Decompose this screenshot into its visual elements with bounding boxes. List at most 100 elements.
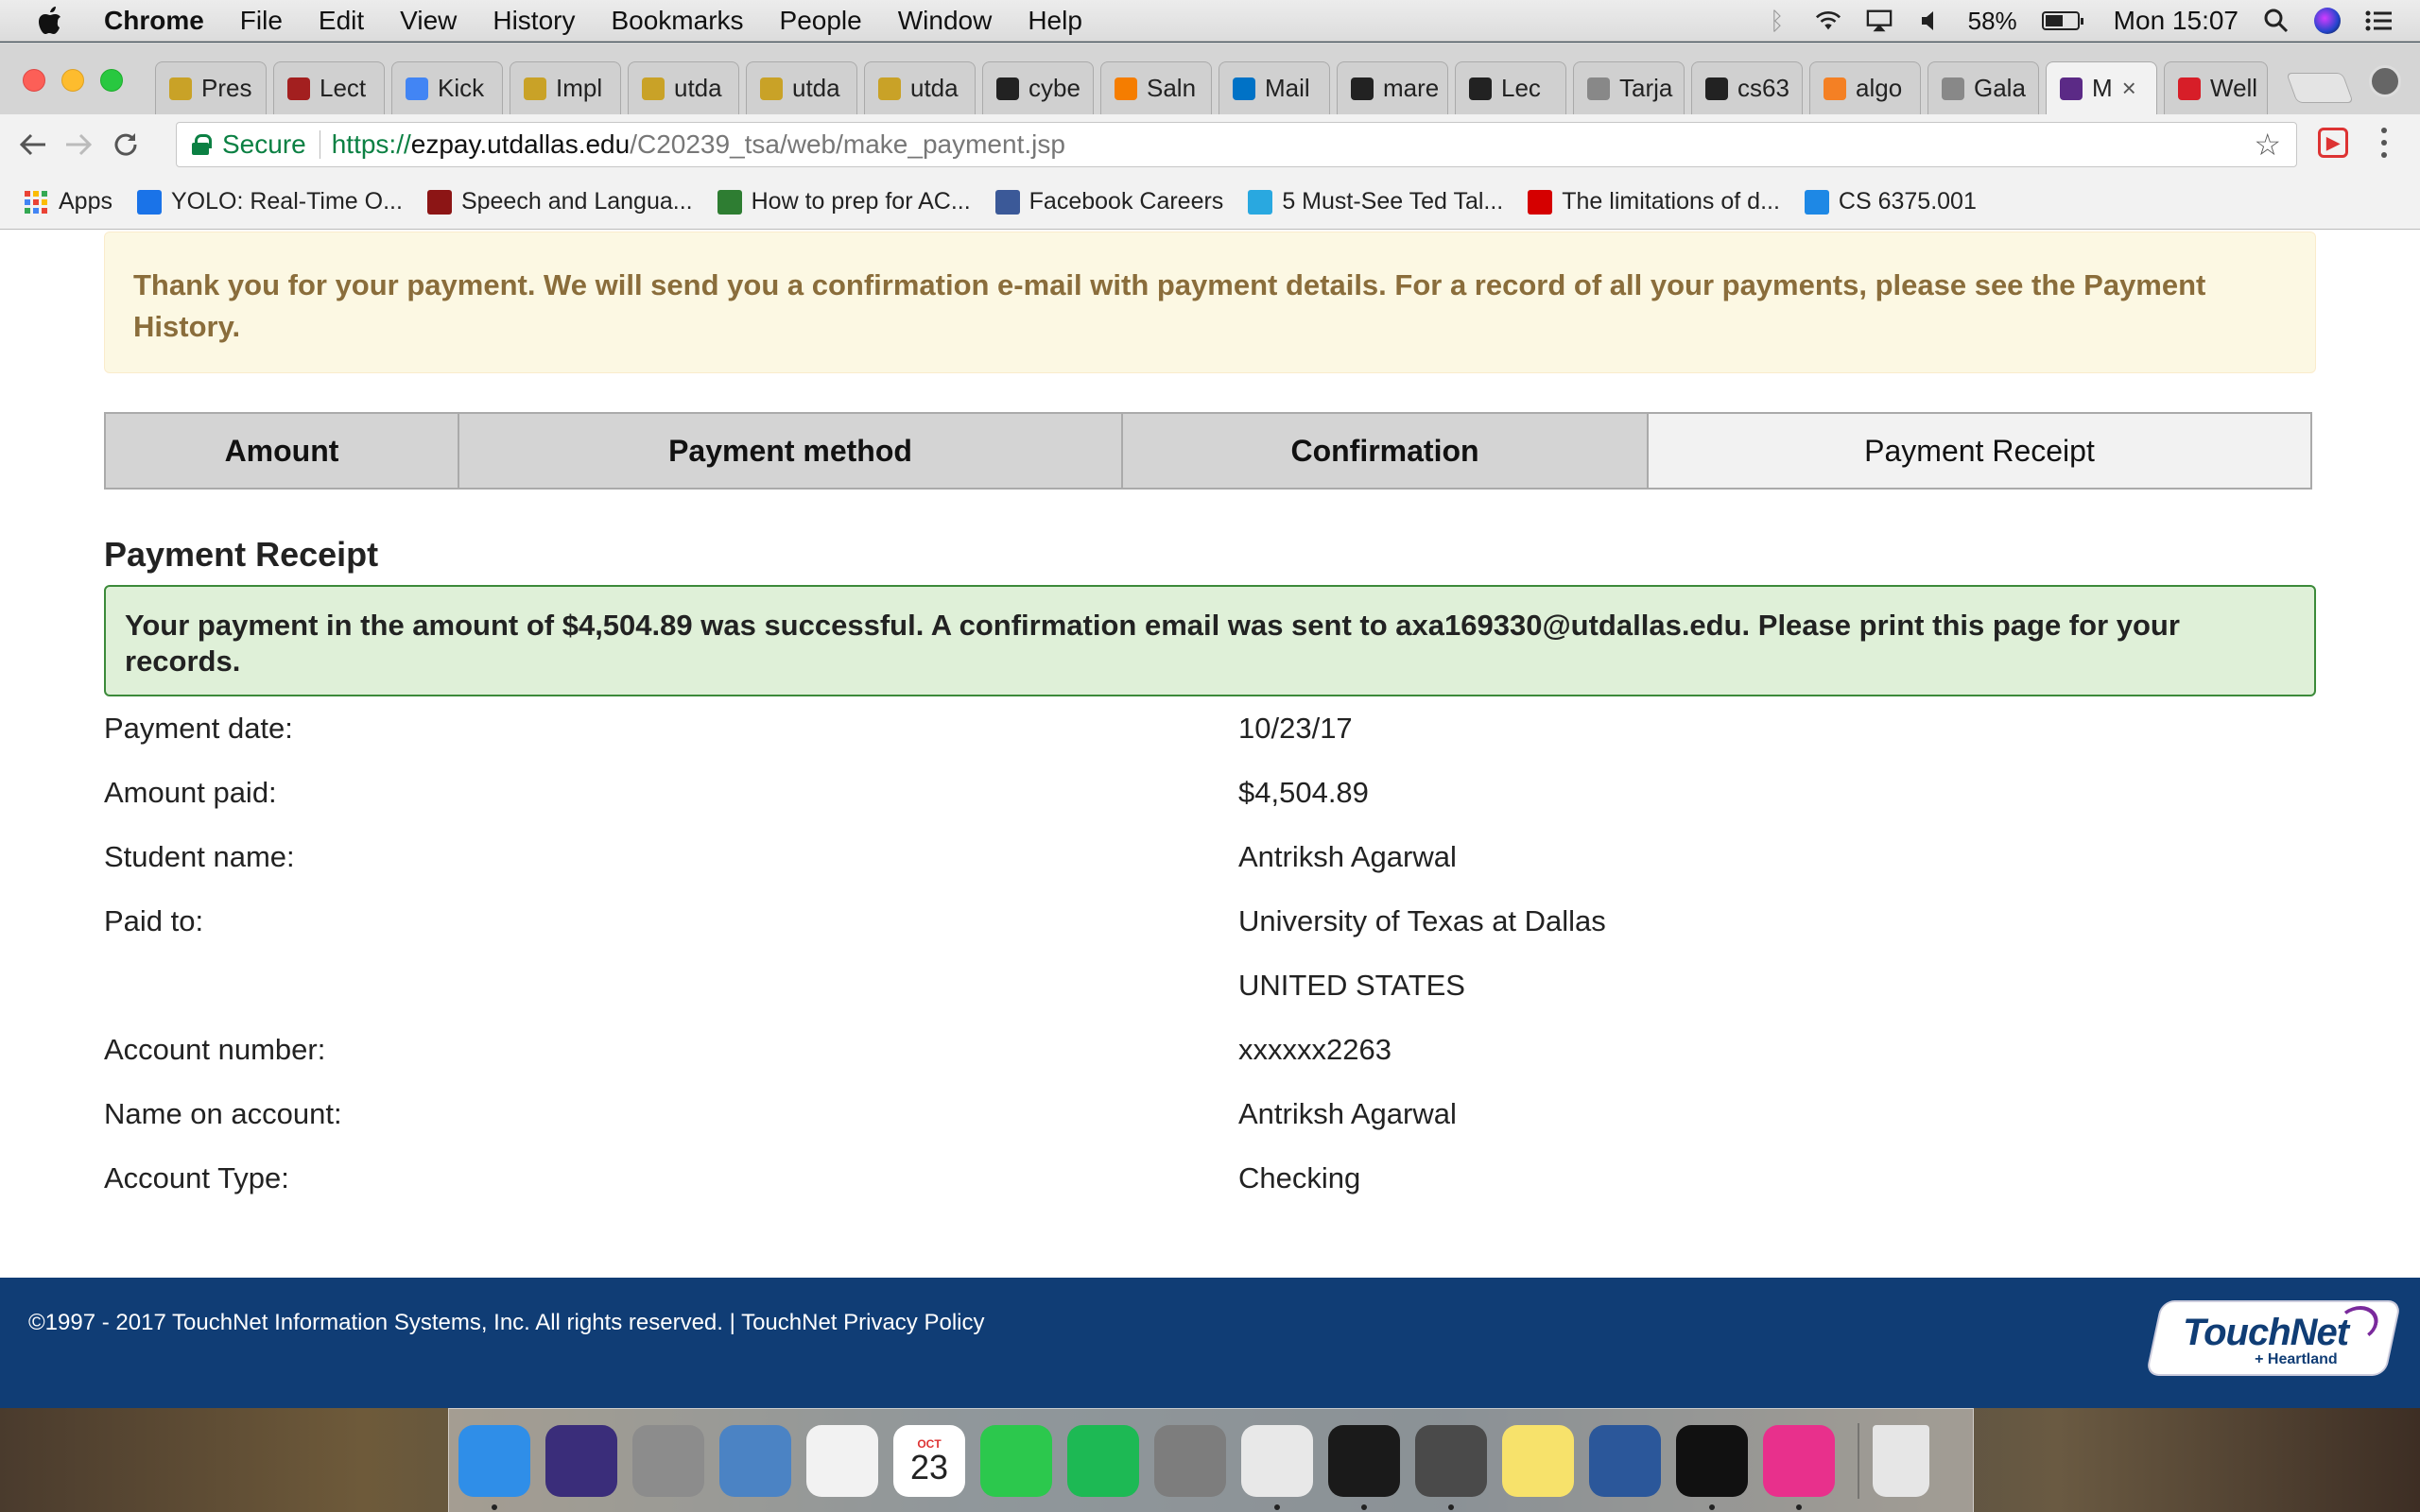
browser-tab[interactable]: Pres xyxy=(155,61,267,114)
bookmark-label: The limitations of d... xyxy=(1562,188,1780,215)
menu-edit[interactable]: Edit xyxy=(319,6,364,36)
p-icon xyxy=(1804,189,1829,215)
chrome-icon[interactable] xyxy=(1241,1424,1313,1510)
browser-tab[interactable]: cs63 xyxy=(1691,61,1803,114)
receipt-value: Antriksh Agarwal xyxy=(1238,840,1457,873)
profile-avatar-icon[interactable] xyxy=(2369,65,2401,97)
mail-stamp-icon[interactable] xyxy=(719,1424,791,1497)
browser-toolbar: Secure https:// ezpay.utdallas.edu /C202… xyxy=(0,114,2420,175)
notification-center-icon[interactable] xyxy=(2365,8,2392,34)
footer-copyright[interactable]: ©1997 - 2017 TouchNet Information System… xyxy=(28,1310,985,1336)
c-logo xyxy=(287,77,310,100)
browser-tab[interactable]: Lec xyxy=(1455,61,1566,114)
siri-icon[interactable] xyxy=(545,1424,617,1497)
browser-tab[interactable]: Mail xyxy=(1219,61,1330,114)
menu-help[interactable]: Help xyxy=(1028,6,1082,36)
trash-icon[interactable] xyxy=(1873,1424,1929,1497)
system-preferences-icon[interactable] xyxy=(1154,1424,1226,1497)
browser-tab[interactable]: utda xyxy=(864,61,976,114)
bookmark-apps[interactable]: Apps xyxy=(0,188,112,215)
command-icon xyxy=(717,189,742,215)
tab-title: Saln xyxy=(1147,74,1197,102)
back-arrow-icon[interactable] xyxy=(17,129,49,161)
browser-tab[interactable]: mare xyxy=(1337,61,1448,114)
finder-icon[interactable] xyxy=(458,1424,530,1510)
receipt-row: Account number: xxxxxx2263 xyxy=(104,1033,2316,1071)
bookmark-item[interactable]: The limitations of d... xyxy=(1528,188,1780,215)
stickies-icon[interactable] xyxy=(1502,1424,1574,1497)
browser-tab[interactable]: utda xyxy=(746,61,857,114)
menu-bookmarks[interactable]: Bookmarks xyxy=(611,6,743,36)
browser-tab[interactable]: Impl xyxy=(510,61,621,114)
menu-app-name[interactable]: Chrome xyxy=(104,6,204,36)
terminal-icon[interactable] xyxy=(1328,1424,1400,1510)
siri-icon[interactable] xyxy=(2314,8,2341,34)
volume-icon[interactable] xyxy=(1917,8,1944,34)
k-icon xyxy=(1528,189,1553,215)
wifi-icon[interactable] xyxy=(1815,8,1841,34)
calendar-icon[interactable]: OCT 23 xyxy=(893,1424,965,1497)
spotlight-search-icon[interactable] xyxy=(2263,8,2290,34)
browser-tab[interactable]: Gala xyxy=(1927,61,2039,114)
utd-logo xyxy=(642,77,665,100)
browser-tab[interactable]: utda xyxy=(628,61,739,114)
minimize-window-button[interactable] xyxy=(61,69,84,92)
sublime-text-icon[interactable] xyxy=(1415,1424,1487,1510)
intellij-icon[interactable] xyxy=(1763,1424,1835,1510)
reload-icon[interactable] xyxy=(110,129,142,161)
bookmark-label: Facebook Careers xyxy=(1028,188,1224,215)
apple-menu-icon[interactable] xyxy=(38,6,62,35)
github-logo xyxy=(1351,77,1374,100)
clock[interactable]: Mon 15:07 xyxy=(2114,6,2238,36)
menu-window[interactable]: Window xyxy=(898,6,993,36)
bookmark-item[interactable]: CS 6375.001 xyxy=(1804,188,1977,215)
menu-people[interactable]: People xyxy=(780,6,862,36)
payment-steps: Amount Payment method Confirmation Payme… xyxy=(104,412,2312,490)
battery-icon[interactable] xyxy=(2041,11,2083,30)
browser-tab[interactable]: Saln xyxy=(1100,61,1212,114)
new-tab-button[interactable] xyxy=(2286,73,2354,103)
screen-icon[interactable] xyxy=(1676,1424,1748,1510)
bookmark-item[interactable]: Facebook Careers xyxy=(994,188,1224,215)
browser-tab[interactable]: Lect xyxy=(273,61,385,114)
menu-history[interactable]: History xyxy=(493,6,575,36)
receipt-value: University of Texas at Dallas xyxy=(1238,904,1606,937)
tab-title: Lect xyxy=(320,74,367,102)
macos-menubar: Chrome File Edit View History Bookmarks … xyxy=(0,0,2420,42)
bookmark-item[interactable]: How to prep for AC... xyxy=(717,188,971,215)
forward-arrow-icon[interactable] xyxy=(62,129,95,161)
launchpad-icon[interactable] xyxy=(632,1424,704,1497)
yolo-icon xyxy=(136,189,162,215)
secure-label[interactable]: Secure xyxy=(222,129,306,160)
word-icon[interactable] xyxy=(1589,1424,1661,1497)
menu-view[interactable]: View xyxy=(400,6,457,36)
running-indicator xyxy=(1361,1503,1367,1510)
bookmark-item[interactable]: YOLO: Real-Time O... xyxy=(136,188,403,215)
browser-tab[interactable]: Well xyxy=(2164,61,2268,114)
spotify-icon[interactable] xyxy=(1067,1424,1139,1497)
extension-icon[interactable]: ▶ xyxy=(2318,128,2348,158)
zoom-window-button[interactable] xyxy=(100,69,123,92)
bookmark-label: 5 Must-See Ted Tal... xyxy=(1282,188,1504,215)
chrome-menu-icon[interactable] xyxy=(2375,124,2394,162)
bookmark-label: Speech and Langua... xyxy=(460,188,693,215)
bluetooth-icon[interactable]: ᛒ xyxy=(1764,7,1790,35)
facetime-icon[interactable] xyxy=(980,1424,1052,1497)
blackboard-logo xyxy=(1469,77,1492,100)
lock-icon[interactable] xyxy=(192,134,212,155)
bookmark-item[interactable]: 5 Must-See Ted Tal... xyxy=(1248,188,1503,215)
browser-tab[interactable]: cybe xyxy=(982,61,1094,114)
menu-file[interactable]: File xyxy=(240,6,283,36)
close-tab-icon[interactable]: × xyxy=(2122,74,2136,103)
browser-tab[interactable]: Kick xyxy=(391,61,503,114)
bookmark-star-icon[interactable]: ☆ xyxy=(2254,127,2281,163)
address-bar[interactable]: Secure https:// ezpay.utdallas.edu /C202… xyxy=(176,122,2297,167)
airplay-icon[interactable] xyxy=(1866,8,1893,34)
close-window-button[interactable] xyxy=(23,69,45,92)
utd-logo xyxy=(524,77,546,100)
photos-icon[interactable] xyxy=(806,1424,878,1497)
browser-tab[interactable]: M × xyxy=(2046,61,2157,114)
browser-tab[interactable]: Tarja xyxy=(1573,61,1685,114)
browser-tab[interactable]: algo xyxy=(1809,61,1921,114)
bookmark-item[interactable]: Speech and Langua... xyxy=(426,188,693,215)
